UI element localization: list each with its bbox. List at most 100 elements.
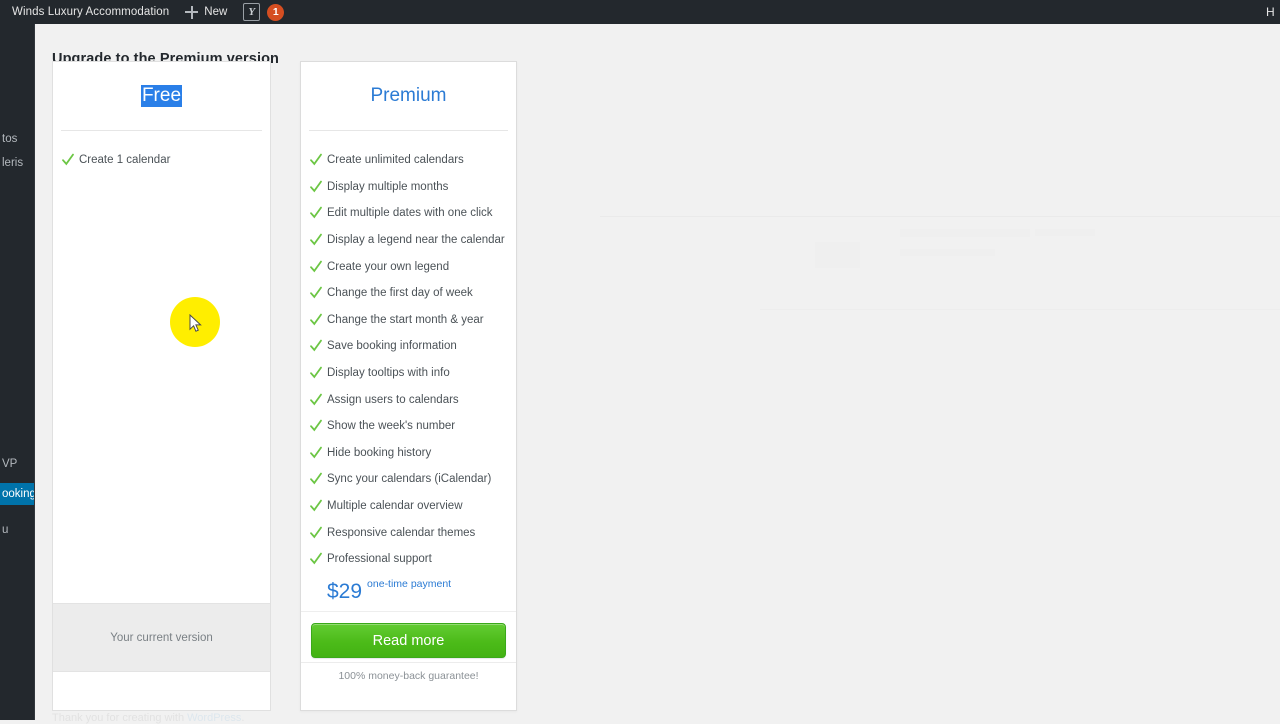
price-note: one-time payment <box>367 577 452 590</box>
list-item: Show the week's number <box>301 413 516 440</box>
plan-title-free: Free <box>140 84 183 108</box>
sidebar-item-wp[interactable]: VP <box>0 453 35 475</box>
list-item: Create your own legend <box>301 253 516 280</box>
check-icon <box>310 260 322 274</box>
plan-footer-blank <box>53 672 270 710</box>
plan-footer-free: Your current version <box>53 603 270 672</box>
list-item: Change the start month & year <box>301 307 516 334</box>
feature-label: Create your own legend <box>327 260 450 273</box>
wordpress-link[interactable]: WordPress <box>187 712 241 724</box>
notification-count-badge: 1 <box>267 3 285 21</box>
check-icon <box>310 472 322 486</box>
check-icon <box>310 526 322 540</box>
sidebar-item-label: leris <box>2 157 24 169</box>
list-item: Responsive calendar themes <box>301 519 516 546</box>
list-item: Save booking information <box>301 333 516 360</box>
plan-card-premium: Premium Create unlimited calendars Displa… <box>300 61 517 711</box>
ghost-content-block <box>1035 229 1095 236</box>
admin-sidebar-menu: tos leris VP ooking u <box>0 24 35 720</box>
admin-content-area: Upgrade to the Premium version Free Crea… <box>35 24 1280 724</box>
feature-label: Edit multiple dates with one click <box>327 207 493 220</box>
feature-label: Display tooltips with info <box>327 367 450 380</box>
check-icon <box>310 446 322 460</box>
ghost-content-block <box>900 249 995 256</box>
check-icon <box>310 552 322 566</box>
ghost-divider <box>760 309 1280 310</box>
site-name-label: Winds Luxury Accommodation <box>12 6 170 18</box>
feature-label: Save booking information <box>327 340 457 353</box>
current-version-label: Your current version <box>110 631 213 644</box>
list-item: Professional support <box>301 546 516 573</box>
sidebar-item-galleries[interactable]: leris <box>0 152 35 174</box>
plus-icon <box>185 5 199 19</box>
check-icon <box>310 180 322 194</box>
feature-label: Create 1 calendar <box>79 154 171 167</box>
sidebar-item-label: ooking <box>2 488 35 500</box>
money-back-guarantee-label: 100% money-back guarantee! <box>338 670 479 682</box>
plan-title-premium: Premium <box>370 84 447 106</box>
feature-label: Responsive calendar themes <box>327 526 476 539</box>
list-item: Create 1 calendar <box>53 147 270 174</box>
feature-label: Sync your calendars (iCalendar) <box>327 473 492 486</box>
feature-label: Show the week's number <box>327 420 456 433</box>
feature-label: Hide booking history <box>327 446 432 459</box>
price-amount: $29 <box>327 579 363 603</box>
feature-label: Display a legend near the calendar <box>327 234 505 247</box>
wp-admin-bar: Winds Luxury Accommodation New Y 1 H <box>0 0 1280 24</box>
admin-bar-my-account[interactable]: H <box>1258 0 1280 24</box>
feature-label: Change the start month & year <box>327 313 484 326</box>
sidebar-edge-divider <box>34 24 35 720</box>
list-item: Display tooltips with info <box>301 360 516 387</box>
list-item: Display multiple months <box>301 174 516 201</box>
ghost-divider <box>600 216 1280 217</box>
feature-label: Multiple calendar overview <box>327 500 463 513</box>
admin-bar-site-name[interactable]: Winds Luxury Accommodation <box>0 0 177 24</box>
new-content-label: New <box>204 6 228 18</box>
list-item: Hide booking history <box>301 440 516 467</box>
list-item: Display a legend near the calendar <box>301 227 516 254</box>
list-item: Create unlimited calendars <box>301 147 516 174</box>
sidebar-item-label: VP <box>2 458 18 470</box>
feature-label: Change the first day of week <box>327 287 473 300</box>
credit-prefix: Thank you for creating with <box>52 712 188 724</box>
check-icon <box>310 313 322 327</box>
footer-divider <box>301 662 516 663</box>
feature-list-premium: Create unlimited calendars Display multip… <box>301 131 516 573</box>
read-more-button[interactable]: Read more <box>311 623 506 658</box>
price-row: $29 one-time payment <box>301 573 516 602</box>
list-item: Multiple calendar overview <box>301 493 516 520</box>
sidebar-item-menu[interactable]: u <box>0 519 35 541</box>
sidebar-item-label: u <box>2 524 9 536</box>
sidebar-item-booking[interactable]: ooking <box>0 483 35 505</box>
check-icon <box>310 499 322 513</box>
plan-footer-premium: Read more 100% money-back guarantee! <box>301 611 516 710</box>
check-icon <box>62 153 74 167</box>
list-item: Change the first day of week <box>301 280 516 307</box>
check-icon <box>310 366 322 380</box>
sidebar-item-photos[interactable]: tos <box>0 128 35 150</box>
credit-suffix: . <box>241 712 245 724</box>
admin-bar-yoast-seo[interactable]: Y 1 <box>235 0 292 24</box>
check-icon <box>310 393 322 407</box>
check-icon <box>310 419 322 433</box>
wordpress-credit: Thank you for creating with WordPress. <box>52 712 244 724</box>
check-icon <box>310 206 322 220</box>
admin-bar-new-content[interactable]: New <box>177 0 235 24</box>
yoast-seo-icon: Y <box>243 3 261 21</box>
feature-label: Display multiple months <box>327 180 449 193</box>
check-icon <box>310 286 322 300</box>
list-item: Edit multiple dates with one click <box>301 200 516 227</box>
feature-label: Create unlimited calendars <box>327 154 464 167</box>
mouse-cursor-icon <box>189 313 203 338</box>
check-icon <box>310 153 322 167</box>
list-item: Sync your calendars (iCalendar) <box>301 466 516 493</box>
check-icon <box>310 233 322 247</box>
check-icon <box>310 339 322 353</box>
plan-header-free: Free <box>53 62 270 130</box>
feature-label: Professional support <box>327 553 432 566</box>
ghost-content-block <box>815 242 860 268</box>
feature-label: Assign users to calendars <box>327 393 459 406</box>
feature-list-free: Create 1 calendar <box>53 131 270 174</box>
ghost-content-block <box>900 229 1030 237</box>
plan-header-premium: Premium <box>301 62 516 130</box>
